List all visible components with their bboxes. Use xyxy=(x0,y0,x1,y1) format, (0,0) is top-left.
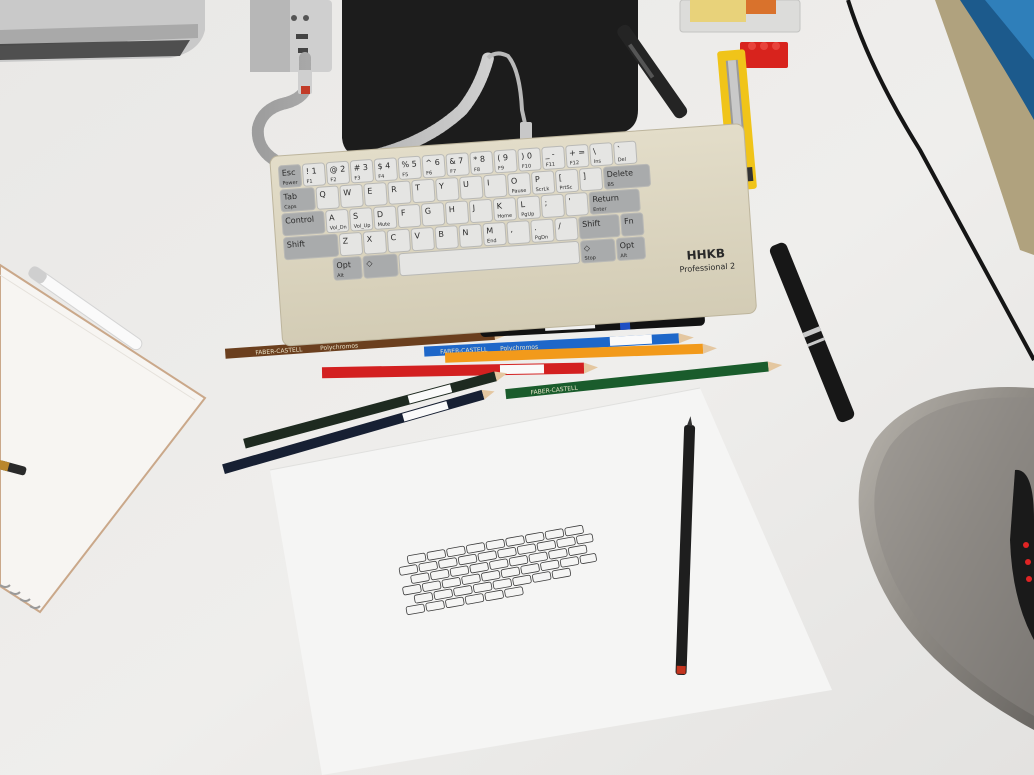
keycap-label: _ - xyxy=(544,150,555,160)
keycap-sublabel: F11 xyxy=(546,162,556,169)
keycap-label: D xyxy=(377,210,384,219)
keycap-label: H xyxy=(448,205,455,214)
keycap-sublabel: F10 xyxy=(522,163,532,170)
keycap-sublabel: F2 xyxy=(330,177,336,183)
keycap-label: @ 2 xyxy=(329,164,345,174)
keycap-label: + = xyxy=(569,148,586,158)
keycap-label: B xyxy=(438,230,444,239)
keycap-sublabel: Power xyxy=(282,180,298,187)
keycap-label: W xyxy=(343,188,352,198)
keycap-sublabel: F3 xyxy=(354,175,360,181)
keycap-sublabel: Mute xyxy=(377,221,390,228)
mouse-pad xyxy=(342,0,638,157)
keycap-sublabel: Del xyxy=(618,157,627,164)
keycap-sublabel: F4 xyxy=(378,174,384,180)
keycap-label: M xyxy=(486,226,494,235)
keycap-sublabel: F9 xyxy=(498,165,504,171)
keycap-label: C xyxy=(390,233,397,242)
keycap-sublabel: Pause xyxy=(511,188,526,195)
keycap-label: ` xyxy=(617,144,622,154)
keycap-label: # 3 xyxy=(353,163,368,173)
keycap-label: Esc xyxy=(282,168,296,178)
keycap-label: N xyxy=(462,228,469,237)
desk-scene: FABER-CASTELL Polychromos FABER-CASTELL … xyxy=(0,0,1034,775)
keycap-label: Shift xyxy=(582,219,601,229)
keycap-label: Tab xyxy=(282,192,297,202)
keycap-label: Delete xyxy=(606,168,633,179)
keycap-sublabel: Vol_Up xyxy=(354,223,371,230)
keycap-label: U xyxy=(463,180,470,189)
keycap-label: ) 0 xyxy=(521,151,532,161)
red-lego-brick xyxy=(740,42,788,68)
hhkb-keyboard: Esc Power ! 1 F1 @ 2 F2 # 3 F3 $ 4 F4 % 5 F5 ^ 6 F6 & … xyxy=(269,123,757,347)
keycap-label: Opt xyxy=(336,260,351,270)
keycap-sublabel: F1 xyxy=(306,179,312,185)
keycap-sublabel: Enter xyxy=(593,206,608,213)
keycap-label: $ 4 xyxy=(377,161,390,171)
brand-mark: HHKB xyxy=(686,246,725,263)
keycap-sublabel: F8 xyxy=(474,167,480,173)
keycap-sublabel: BS xyxy=(607,182,614,188)
keycap-sublabel: PgDn xyxy=(535,234,549,241)
keycap-sublabel: PrtSc xyxy=(559,185,573,192)
keycap-label: G xyxy=(425,206,432,215)
keycap-label: S xyxy=(353,212,359,221)
keycap-label: ] xyxy=(582,172,586,181)
keycap-label: [ xyxy=(559,173,563,182)
keycap-sublabel: F5 xyxy=(402,172,408,178)
keycap-label: Q xyxy=(319,190,326,199)
keycap-label: Opt xyxy=(619,240,634,250)
keycap-sublabel: Home xyxy=(497,213,512,220)
keycap-label: E xyxy=(367,187,373,196)
keycap-sublabel: Caps xyxy=(284,204,297,211)
keycap-label: & 7 xyxy=(449,156,463,166)
keycap-sublabel: F6 xyxy=(426,170,432,176)
keycap-label: ( 9 xyxy=(497,153,508,163)
keycap-label: T xyxy=(414,183,421,192)
keycap-label: % 5 xyxy=(401,159,417,169)
keycap-label: R xyxy=(391,185,398,194)
keycap-label: ! 1 xyxy=(305,166,316,176)
keycap-label: Y xyxy=(438,182,445,191)
keycap-label: O xyxy=(511,176,518,185)
keycap-sublabel: PgUp xyxy=(521,211,534,218)
keycap-sublabel: Vol_Dn xyxy=(330,224,347,231)
pen-holder xyxy=(679,0,801,33)
keycap-sublabel: F7 xyxy=(450,169,456,175)
keycap-sublabel: ScrLk xyxy=(535,186,549,193)
keycap-sublabel: Ins xyxy=(594,158,602,165)
keycap-sublabel: F12 xyxy=(570,160,580,167)
keycap-label: P xyxy=(535,175,541,184)
keycap-label: ^ 6 xyxy=(425,158,440,168)
keycap-label: Shift xyxy=(287,239,306,249)
keycap-sublabel: Stop xyxy=(584,255,596,262)
keycap-label: J xyxy=(471,203,475,212)
keycap-sublabel: Alt xyxy=(620,253,627,259)
keycap-label: * 8 xyxy=(473,155,485,165)
keycap-label: Return xyxy=(592,193,619,204)
keycap-sublabel: End xyxy=(487,238,497,245)
keycap-label: Fn xyxy=(624,216,634,226)
keycap-sublabel: Alt xyxy=(337,273,344,279)
